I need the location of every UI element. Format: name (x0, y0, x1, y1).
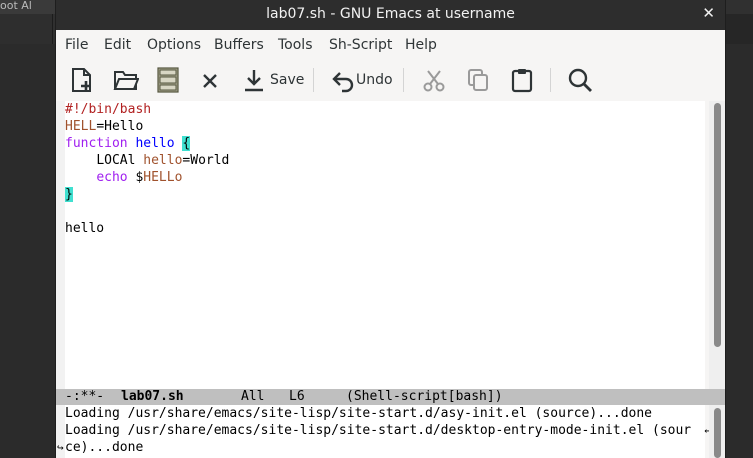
new-file-icon (72, 68, 91, 92)
echo-line-2-text: Loading /usr/share/emacs/site-lisp/site-… (65, 423, 692, 438)
function-name: hello (135, 136, 175, 151)
code-line-6: } (65, 186, 73, 203)
variable-name: HELLo (143, 170, 183, 185)
title-bar[interactable]: lab07.sh - GNU Emacs at username ✕ (56, 0, 725, 30)
open-folder-icon (113, 71, 139, 90)
save-disk-icon (157, 67, 179, 93)
editor-scrollbar[interactable] (709, 101, 725, 389)
paste-button[interactable] (510, 64, 534, 96)
matched-brace-close: } (65, 187, 73, 202)
background-window-body (0, 44, 55, 458)
keyword-echo: echo (96, 170, 128, 185)
menu-help[interactable]: Help (405, 37, 437, 53)
menu-file[interactable]: File (65, 37, 88, 53)
cut-icon (423, 70, 445, 92)
close-icon (203, 74, 217, 88)
undo-button[interactable]: Undo (330, 64, 393, 96)
search-button[interactable] (567, 64, 593, 96)
modeline-status: -:**- (65, 389, 105, 404)
code-line-4: LOCAl hello=World (65, 152, 229, 169)
modeline-line-number: L6 (289, 389, 305, 404)
code-line-3: function hello { (65, 135, 191, 152)
echo-line-1: Loading /usr/share/emacs/site-lisp/site-… (65, 406, 652, 421)
cut-button[interactable] (422, 64, 446, 96)
toolbar-separator (313, 68, 314, 92)
code-line-2: HELL=Hello (65, 118, 143, 135)
assignment-text: =World (182, 153, 230, 168)
code-line-8: hello (65, 220, 104, 237)
background-window-body-right (726, 44, 753, 458)
echo-scrollbar[interactable] (709, 405, 725, 458)
search-icon (568, 68, 592, 92)
kill-buffer-button[interactable] (201, 64, 219, 96)
emacs-window: lab07.sh - GNU Emacs at username ✕ File … (55, 0, 726, 458)
keyword-function: function (65, 136, 128, 151)
toolbar-separator (550, 68, 551, 92)
new-file-button[interactable] (69, 64, 95, 96)
window-title: lab07.sh - GNU Emacs at username (266, 6, 515, 22)
echo-line-2: Loading /usr/share/emacs/site-lisp/site-… (65, 422, 691, 439)
modeline-buffer-name[interactable]: lab07.sh (121, 389, 184, 405)
copy-button[interactable] (466, 64, 490, 96)
toolbar-separator (403, 68, 404, 92)
mode-line[interactable]: -:**- lab07.sh All L6 (Shell-script[bash… (56, 389, 725, 405)
echo-scrollbar-thumb[interactable] (714, 408, 721, 458)
background-window-title: oot Al (0, 0, 55, 14)
wrap-arrow-left-icon: ↪ (57, 441, 64, 454)
dollar-sign: $ (127, 170, 144, 185)
echo-area[interactable]: Loading /usr/share/emacs/site-lisp/site-… (57, 405, 711, 458)
download-save-icon (245, 70, 263, 92)
close-window-button[interactable]: ✕ (702, 4, 715, 22)
open-file-button[interactable] (113, 64, 139, 96)
code-line-5: echo $HELLo (65, 169, 182, 186)
local-text: LOCAl (96, 153, 144, 168)
function-call: hello (65, 221, 105, 236)
echo-line-3: ce)...done (65, 440, 144, 455)
variable-name: HELL (65, 119, 97, 134)
tool-bar: Save Undo (56, 60, 725, 100)
editor-buffer[interactable]: #!/bin/bash HELL=Hello function hello { … (65, 101, 705, 389)
matched-brace-open: { (182, 136, 191, 151)
modeline-major-mode[interactable]: (Shell-script[bash]) (346, 389, 503, 405)
menu-options[interactable]: Options (147, 37, 201, 53)
assignment-text: =Hello (96, 119, 144, 134)
menu-tools[interactable]: Tools (278, 37, 313, 53)
code-line-1: #!/bin/bash (65, 101, 151, 118)
editor-scrollbar-thumb[interactable] (714, 103, 721, 347)
undo-icon (332, 72, 354, 93)
undo-label: Undo (356, 72, 393, 88)
save-button[interactable]: Save (242, 64, 304, 96)
menu-bar: File Edit Options Buffers Tools Sh-Scrip… (56, 33, 725, 59)
menu-edit[interactable]: Edit (104, 37, 131, 53)
variable-name: hello (143, 153, 183, 168)
dired-button[interactable] (157, 64, 179, 96)
background-window-header-right (726, 14, 753, 44)
save-label: Save (270, 72, 305, 88)
menu-sh-script[interactable]: Sh-Script (329, 37, 392, 53)
modeline-position: All (241, 389, 265, 404)
shebang-comment: #!/bin/bash (65, 102, 152, 117)
paste-icon (511, 69, 533, 93)
menu-buffers[interactable]: Buffers (214, 37, 264, 53)
copy-icon (468, 69, 488, 91)
background-scroll-up-button[interactable]: ︿ (0, 14, 53, 53)
